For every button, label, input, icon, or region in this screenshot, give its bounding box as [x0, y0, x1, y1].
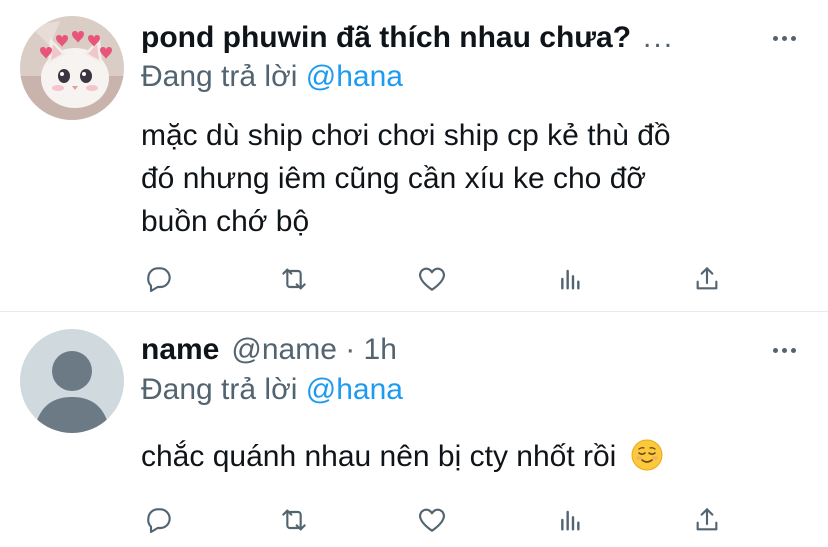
more-options-icon[interactable]: [771, 17, 798, 59]
tweet-actions: [141, 502, 741, 538]
display-name[interactable]: name: [141, 333, 219, 367]
share-icon[interactable]: [689, 502, 725, 538]
tweet-header: name @name · 1h: [141, 329, 808, 371]
tweet-actions: [141, 261, 741, 297]
analytics-icon[interactable]: [551, 261, 587, 297]
handle-and-time[interactable]: @name · 1h: [231, 333, 397, 367]
display-name[interactable]: pond phuwin đã thích nhau chưa?: [141, 21, 631, 55]
cat-avatar-icon: [20, 16, 124, 120]
tweet-text-content: chắc quánh nhau nên bị cty nhốt rồi: [141, 440, 617, 473]
name-ellipsis: ...: [643, 21, 675, 54]
more-options-icon[interactable]: [771, 329, 798, 371]
reply-icon[interactable]: [141, 502, 177, 538]
replying-prefix: Đang trả lời: [141, 60, 298, 93]
share-icon[interactable]: [689, 261, 725, 297]
tweet-text-line: đó nhưng iêm cũng cần xíu ke cho đỡ: [141, 162, 647, 195]
tweet-text: chắc quánh nhau nên bị cty nhốt rồi: [141, 435, 808, 478]
tweet-2[interactable]: name @name · 1h Đang trả lời @hana chắc …: [0, 312, 828, 547]
tweet-header: pond phuwin đã thích nhau chưa? ...: [141, 17, 808, 59]
replying-to: Đang trả lời @hana: [141, 373, 403, 407]
analytics-icon[interactable]: [551, 502, 587, 538]
avatar[interactable]: [20, 329, 124, 433]
retweet-icon[interactable]: [276, 502, 312, 538]
tweet-text-line: mặc dù ship chơi chơi ship cp kẻ thù đồ: [141, 119, 671, 152]
tweet-1[interactable]: pond phuwin đã thích nhau chưa? ... Đang…: [0, 0, 828, 311]
avatar[interactable]: [20, 16, 124, 120]
relieved-face-emoji-icon: [631, 439, 663, 471]
replying-to: Đang trả lời @hana: [141, 60, 403, 94]
replying-prefix: Đang trả lời: [141, 373, 298, 406]
reply-icon[interactable]: [141, 261, 177, 297]
default-avatar-icon: [20, 329, 124, 433]
like-icon[interactable]: [414, 261, 450, 297]
tweet-text-line: buồn chớ bộ: [141, 205, 310, 238]
replying-to-handle[interactable]: @hana: [306, 373, 403, 406]
like-icon[interactable]: [414, 502, 450, 538]
replying-to-handle[interactable]: @hana: [306, 60, 403, 93]
tweet-text: mặc dù ship chơi chơi ship cp kẻ thù đồ …: [141, 114, 808, 243]
retweet-icon[interactable]: [276, 261, 312, 297]
